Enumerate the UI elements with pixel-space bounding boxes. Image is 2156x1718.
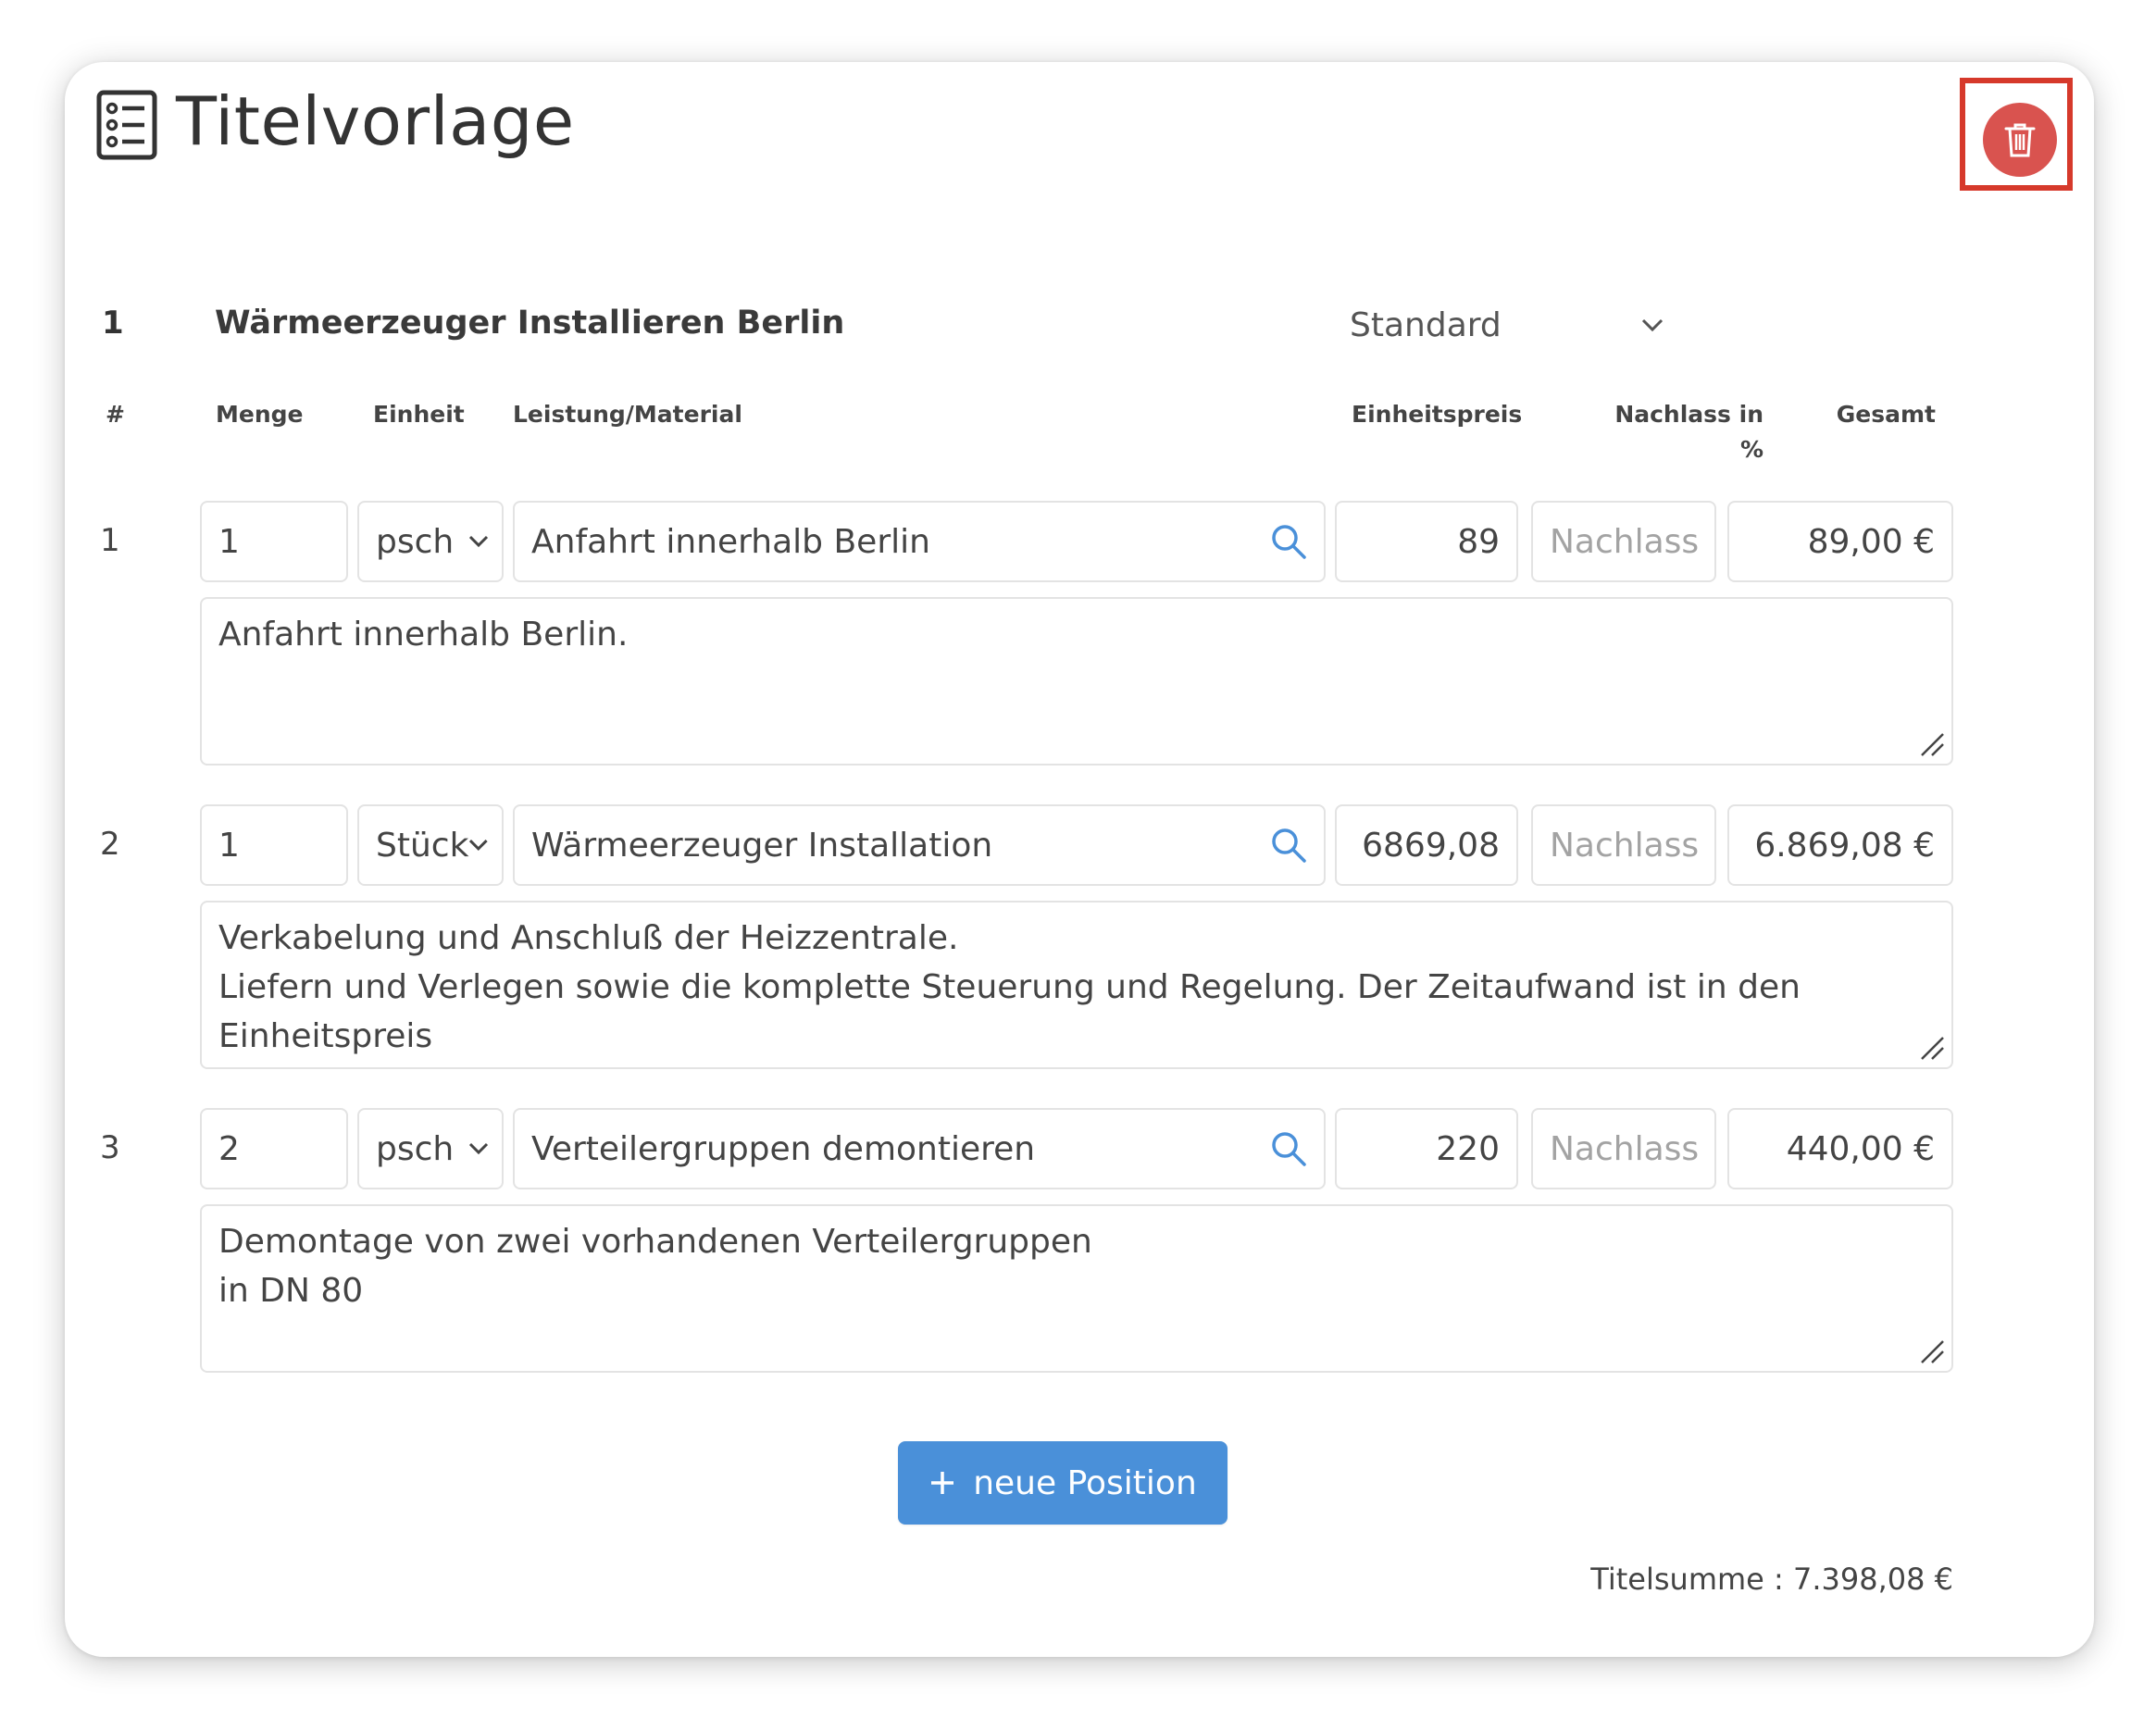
add-position-label: neue Position: [973, 1463, 1197, 1502]
row-number: 3: [100, 1129, 120, 1166]
resize-handle-icon[interactable]: [1918, 1034, 1946, 1062]
search-icon[interactable]: [1270, 523, 1307, 560]
page-title: Titelvorlage: [176, 82, 575, 160]
plus-icon: [931, 1472, 954, 1494]
unit-price-input[interactable]: 6869,08: [1335, 804, 1518, 886]
service-input[interactable]: Verteilergruppen demontieren: [513, 1108, 1326, 1189]
total-price-field: 6.869,08 €: [1727, 804, 1953, 886]
discount-input[interactable]: Nachlass: [1531, 804, 1716, 886]
price-mode-value: Standard: [1350, 305, 1502, 344]
delete-button[interactable]: [1983, 103, 2057, 177]
column-header-nachlass-line1: Nachlass in: [1614, 401, 1763, 428]
service-input[interactable]: Anfahrt innerhalb Berlin: [513, 501, 1326, 582]
section-title: Wärmeerzeuger Installieren Berlin: [215, 305, 845, 342]
unit-price-input[interactable]: 89: [1335, 501, 1518, 582]
add-position-button[interactable]: neue Position: [898, 1441, 1228, 1525]
column-header-einheitspreis: Einheitspreis: [1352, 401, 1523, 428]
discount-input[interactable]: Nachlass: [1531, 501, 1716, 582]
chevron-down-icon: [468, 1142, 489, 1155]
unit-price-input[interactable]: 220: [1335, 1108, 1518, 1189]
chevron-down-icon: [468, 535, 489, 548]
unit-value: psch: [376, 522, 455, 561]
unit-select[interactable]: psch: [357, 1108, 504, 1189]
chevron-down-icon: [1641, 318, 1664, 332]
quantity-input[interactable]: 1: [200, 804, 348, 886]
service-value: Verteilergruppen demontieren: [531, 1129, 1036, 1168]
quantity-input[interactable]: 1: [200, 501, 348, 582]
price-mode-select[interactable]: Standard: [1350, 295, 1664, 355]
column-header-einheit: Einheit: [373, 401, 465, 428]
discount-input[interactable]: Nachlass: [1531, 1108, 1716, 1189]
column-header-nachlass: Nachlass in %: [1546, 397, 1763, 467]
column-header-menge: Menge: [216, 401, 304, 428]
unit-select[interactable]: psch: [357, 501, 504, 582]
search-icon[interactable]: [1270, 1130, 1307, 1167]
row-number: 2: [100, 826, 120, 863]
description-textarea[interactable]: Verkabelung und Anschluß der Heizzentral…: [200, 901, 1953, 1069]
description-textarea[interactable]: Anfahrt innerhalb Berlin.: [200, 597, 1953, 766]
column-header-num: #: [106, 401, 125, 428]
resize-handle-icon[interactable]: [1918, 1338, 1946, 1365]
service-value: Anfahrt innerhalb Berlin: [531, 522, 930, 561]
description-line: Demontage von zwei vorhandenen Verteiler…: [218, 1223, 1092, 1261]
column-header-gesamt: Gesamt: [1836, 401, 1936, 428]
chevron-down-icon: [469, 840, 489, 851]
description-line: Liefern und Verlegen sowie die komplette…: [218, 968, 1801, 1006]
service-value: Wärmeerzeuger Installation: [531, 826, 993, 865]
list-icon: [96, 90, 157, 160]
title-template-card: Titelvorlage 1 Wärmeerzeuger Installiere…: [65, 62, 2094, 1657]
description-line: Anfahrt innerhalb Berlin.: [218, 616, 629, 654]
column-header-leistung: Leistung/Material: [513, 401, 742, 428]
total-price-field: 89,00 €: [1727, 501, 1953, 582]
total-price-field: 440,00 €: [1727, 1108, 1953, 1189]
service-input[interactable]: Wärmeerzeuger Installation: [513, 804, 1326, 886]
title-total: Titelsumme : 7.398,08 €: [1590, 1562, 1953, 1597]
unit-value: psch: [376, 1129, 455, 1168]
description-textarea[interactable]: Demontage von zwei vorhandenen Verteiler…: [200, 1204, 1953, 1373]
resize-handle-icon[interactable]: [1918, 730, 1946, 758]
description-line: Verkabelung und Anschluß der Heizzentral…: [218, 919, 959, 957]
unit-value: Stück: [376, 826, 469, 865]
quantity-input[interactable]: 2: [200, 1108, 348, 1189]
row-number: 1: [100, 522, 120, 559]
trash-icon: [2004, 123, 2036, 157]
column-header-nachlass-line2: %: [1739, 436, 1763, 463]
unit-select[interactable]: Stück: [357, 804, 504, 886]
description-line: in DN 80: [218, 1272, 364, 1310]
search-icon[interactable]: [1270, 827, 1307, 864]
description-line: Einheitspreis: [218, 1017, 433, 1055]
section-number: 1: [102, 305, 124, 342]
